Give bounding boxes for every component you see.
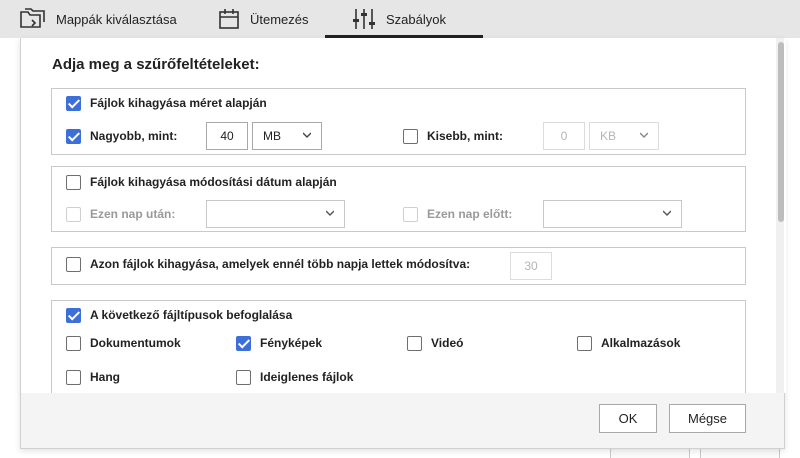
- unit-value: MB: [263, 129, 281, 143]
- temp-files-checkbox[interactable]: [236, 370, 251, 385]
- folder-select-icon: [20, 8, 46, 30]
- larger-than-value-input[interactable]: 40: [206, 122, 248, 150]
- dialog-heading: Adja meg a szűrőfeltételeket:: [52, 56, 260, 73]
- tab-label: Mappák kiválasztása: [56, 11, 177, 27]
- wizard-tabbar: Mappák kiválasztása Ütemezés Szabályok: [0, 0, 800, 38]
- video-label: Videó: [431, 336, 464, 350]
- unit-value: KB: [600, 129, 617, 143]
- tab-rules[interactable]: Szabályok: [352, 0, 446, 38]
- tab-schedule[interactable]: Ütemezés: [218, 0, 309, 38]
- scrollbar-thumb[interactable]: [778, 42, 784, 222]
- smaller-than-checkbox[interactable]: [403, 129, 418, 144]
- size-filter-checkbox[interactable]: [66, 96, 81, 111]
- documents-checkbox[interactable]: [66, 336, 81, 351]
- age-filter-checkbox[interactable]: [66, 257, 81, 272]
- tab-label: Szabályok: [386, 11, 446, 27]
- chevron-down-icon: [326, 210, 334, 216]
- photos-label: Fényképek: [260, 336, 323, 350]
- tab-select-folders[interactable]: Mappák kiválasztása: [20, 0, 177, 38]
- applications-checkbox[interactable]: [577, 336, 592, 351]
- cancel-button[interactable]: Mégse: [669, 404, 746, 433]
- sliders-icon: [352, 8, 376, 30]
- dialog-content: Adja meg a szűrőfeltételeket: Fájlok kih…: [21, 38, 786, 393]
- video-checkbox[interactable]: [407, 336, 422, 351]
- larger-than-checkbox[interactable]: [66, 129, 81, 144]
- after-date-checkbox[interactable]: [66, 207, 81, 222]
- size-filter-label: Fájlok kihagyása méret alapján: [90, 96, 267, 110]
- file-type-group: A következő fájltípusok befoglalása Doku…: [51, 300, 746, 393]
- after-date-select[interactable]: [206, 200, 345, 228]
- ok-button[interactable]: OK: [599, 404, 657, 433]
- smaller-than-unit-select[interactable]: KB: [589, 122, 659, 150]
- age-days-input[interactable]: 30: [510, 252, 552, 280]
- smaller-than-value-input[interactable]: 0: [543, 122, 585, 150]
- tab-label: Ütemezés: [250, 11, 309, 27]
- age-filter-label: Azon fájlok kihagyása, amelyek ennél töb…: [90, 257, 471, 271]
- date-filter-checkbox[interactable]: [66, 175, 81, 190]
- size-filter-group: Fájlok kihagyása méret alapján Nagyobb, …: [51, 88, 746, 155]
- smaller-than-label: Kisebb, mint:: [427, 129, 504, 143]
- chevron-down-icon: [640, 132, 648, 138]
- photos-checkbox[interactable]: [236, 336, 251, 351]
- larger-than-unit-select[interactable]: MB: [252, 122, 322, 150]
- documents-label: Dokumentumok: [90, 336, 181, 350]
- before-date-select[interactable]: [543, 200, 682, 228]
- date-filter-label: Fájlok kihagyása módosítási dátum alapjá…: [90, 175, 337, 189]
- after-date-label: Ezen nap után:: [90, 207, 176, 221]
- larger-than-label: Nagyobb, mint:: [90, 129, 178, 143]
- filter-dialog: Adja meg a szűrőfeltételeket: Fájlok kih…: [20, 38, 786, 449]
- before-date-label: Ezen nap előtt:: [427, 207, 513, 221]
- calendar-icon: [218, 8, 240, 30]
- age-filter-group: Azon fájlok kihagyása, amelyek ennél töb…: [51, 247, 746, 285]
- chevron-down-icon: [303, 132, 311, 138]
- file-type-filter-checkbox[interactable]: [66, 308, 81, 323]
- file-type-filter-label: A következő fájltípusok befoglalása: [90, 308, 293, 322]
- temp-files-label: Ideiglenes fájlok: [260, 370, 354, 384]
- chevron-down-icon: [663, 210, 671, 216]
- audio-label: Hang: [90, 370, 120, 384]
- audio-checkbox[interactable]: [66, 370, 81, 385]
- date-filter-group: Fájlok kihagyása módosítási dátum alapjá…: [51, 166, 746, 232]
- before-date-checkbox[interactable]: [403, 207, 418, 222]
- applications-label: Alkalmazások: [601, 336, 681, 350]
